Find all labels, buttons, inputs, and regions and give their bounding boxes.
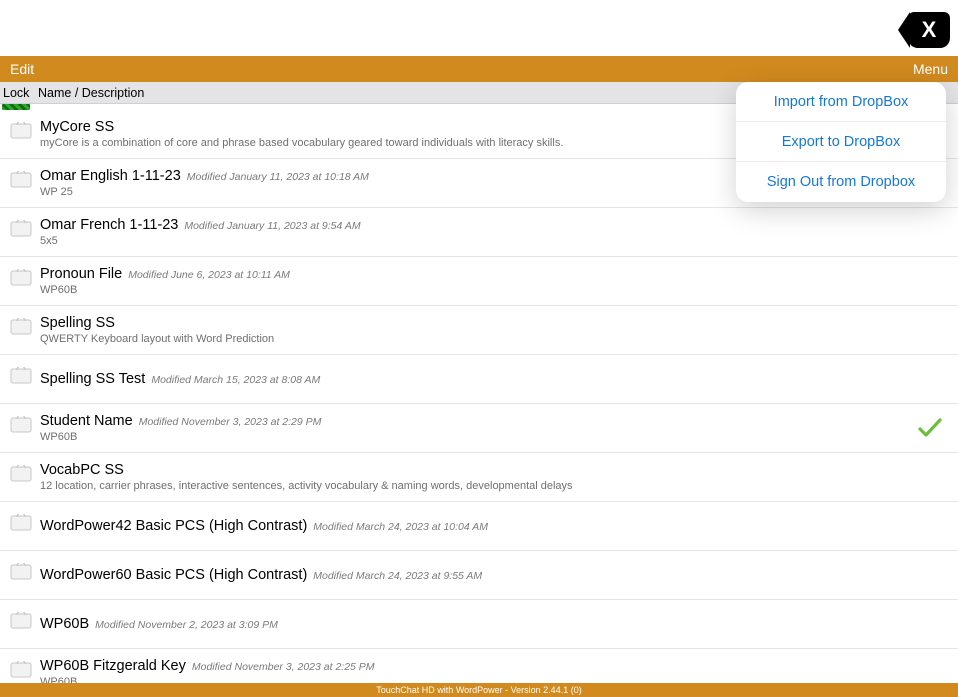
item-description: 5x5 — [40, 235, 910, 247]
item-title: Pronoun File — [40, 266, 122, 282]
list-item[interactable]: Spelling SS QWERTY Keyboard layout with W… — [0, 306, 958, 355]
lock-icon — [2, 661, 40, 685]
footer-bar: TouchChat HD with WordPower - Version 2.… — [0, 683, 958, 697]
list-item[interactable]: VocabPC SS 12 location, carrier phrases, … — [0, 453, 958, 502]
item-description: QWERTY Keyboard layout with Word Predict… — [40, 333, 910, 345]
item-title: Omar French 1-11-23 — [40, 217, 178, 233]
item-modified: Modified June 6, 2023 at 10:11 AM — [128, 269, 290, 281]
list-item[interactable]: Omar French 1-11-23 Modified January 11, … — [0, 208, 958, 257]
lock-icon — [2, 514, 40, 538]
list-item[interactable]: WP60B Modified November 2, 2023 at 3:09 P… — [0, 600, 958, 649]
item-title: Spelling SS — [40, 315, 115, 331]
device-topbar: X — [0, 0, 958, 56]
item-description: WP60B — [40, 431, 910, 443]
lock-icon — [2, 563, 40, 587]
list-item[interactable]: Pronoun File Modified June 6, 2023 at 10:… — [0, 257, 958, 306]
item-title: Student Name — [40, 413, 133, 429]
item-title: WordPower42 Basic PCS (High Contrast) — [40, 518, 307, 534]
lock-icon — [2, 367, 40, 391]
item-title: MyCore SS — [40, 119, 114, 135]
menu-item-import-dropbox[interactable]: Import from DropBox — [736, 82, 946, 122]
item-title: VocabPC SS — [40, 462, 124, 478]
item-modified: Modified March 24, 2023 at 10:04 AM — [313, 521, 488, 533]
item-title: WordPower60 Basic PCS (High Contrast) — [40, 567, 307, 583]
row-body: Spelling SS Test Modified March 15, 2023 … — [40, 371, 910, 387]
menu-button[interactable]: Menu — [913, 61, 948, 77]
list-item[interactable]: Student Name Modified November 3, 2023 at… — [0, 404, 958, 453]
row-body: VocabPC SS 12 location, carrier phrases, … — [40, 462, 910, 492]
close-glyph: X — [922, 17, 937, 43]
header-lock: Lock — [2, 86, 38, 100]
menu-item-export-dropbox[interactable]: Export to DropBox — [736, 122, 946, 162]
row-body: WordPower42 Basic PCS (High Contrast) Mod… — [40, 518, 910, 534]
lock-icon — [2, 220, 40, 244]
item-modified: Modified March 15, 2023 at 8:08 AM — [151, 374, 320, 386]
item-title: Omar English 1-11-23 — [40, 168, 181, 184]
close-icon[interactable]: X — [908, 12, 950, 48]
row-body: Omar French 1-11-23 Modified January 11, … — [40, 217, 910, 247]
item-modified: Modified November 2, 2023 at 3:09 PM — [95, 619, 278, 631]
list-item[interactable]: WordPower60 Basic PCS (High Contrast) Mod… — [0, 551, 958, 600]
item-description: WP60B — [40, 284, 910, 296]
item-modified: Modified January 11, 2023 at 9:54 AM — [184, 220, 360, 232]
lock-icon — [2, 465, 40, 489]
header-name: Name / Description — [38, 86, 144, 100]
edit-button[interactable]: Edit — [10, 61, 34, 77]
item-title: WP60B Fitzgerald Key — [40, 658, 186, 674]
row-body: WP60B Modified November 2, 2023 at 3:09 P… — [40, 616, 910, 632]
item-title: Spelling SS Test — [40, 371, 145, 387]
selected-check-icon — [910, 416, 950, 440]
row-body: Student Name Modified November 3, 2023 at… — [40, 413, 910, 443]
item-description: 12 location, carrier phrases, interactiv… — [40, 480, 910, 492]
menu-popover: Import from DropBox Export to DropBox Si… — [736, 82, 946, 202]
item-modified: Modified November 3, 2023 at 2:25 PM — [192, 661, 375, 673]
lock-icon — [2, 318, 40, 342]
item-title: WP60B — [40, 616, 89, 632]
menu-item-signout-dropbox[interactable]: Sign Out from Dropbox — [736, 162, 946, 202]
row-body: WordPower60 Basic PCS (High Contrast) Mod… — [40, 567, 910, 583]
lock-icon — [2, 612, 40, 636]
item-modified: Modified March 24, 2023 at 9:55 AM — [313, 570, 482, 582]
row-body: Pronoun File Modified June 6, 2023 at 10:… — [40, 266, 910, 296]
row-body: Spelling SS QWERTY Keyboard layout with W… — [40, 315, 910, 345]
lock-icon — [2, 122, 40, 146]
navigation-bar: Edit Menu — [0, 56, 958, 82]
item-modified: Modified November 3, 2023 at 2:29 PM — [139, 416, 322, 428]
item-modified: Modified January 11, 2023 at 10:18 AM — [187, 171, 369, 183]
list-item[interactable]: WordPower42 Basic PCS (High Contrast) Mod… — [0, 502, 958, 551]
list-item[interactable]: Spelling SS Test Modified March 15, 2023 … — [0, 355, 958, 404]
lock-icon — [2, 269, 40, 293]
footer-text: TouchChat HD with WordPower - Version 2.… — [376, 685, 581, 695]
lock-icon — [2, 416, 40, 440]
lock-icon — [2, 171, 40, 195]
